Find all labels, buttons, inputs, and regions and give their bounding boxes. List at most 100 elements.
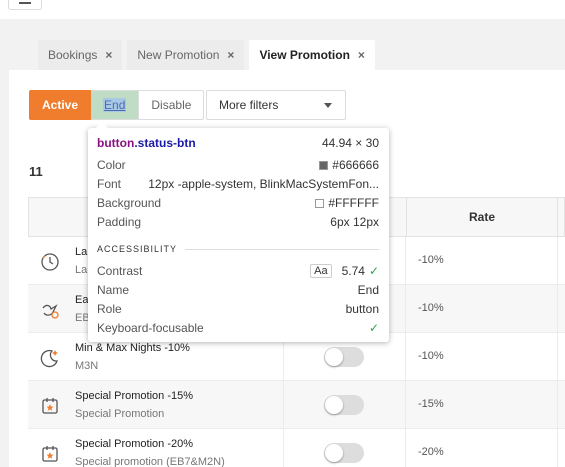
- tooltip-focusable-row: Keyboard-focusable ✓: [97, 319, 379, 337]
- element-size: 44.94 × 30: [321, 136, 379, 150]
- toggle-knob: [325, 396, 343, 414]
- promotion-name: Ea: [75, 294, 89, 306]
- more-filters-dropdown[interactable]: More filters: [206, 90, 346, 120]
- font-value: 12px -apple-system, BlinkMacSystemFon...: [148, 177, 379, 191]
- end-status-button[interactable]: End: [91, 90, 140, 120]
- name-value: End: [357, 283, 379, 297]
- close-icon[interactable]: ×: [105, 48, 112, 62]
- accessibility-section-header: ACCESSIBILITY: [97, 244, 379, 254]
- toggle-knob: [325, 444, 343, 462]
- column-divider: [557, 333, 558, 381]
- calendar-star-icon: [42, 446, 58, 462]
- menu-button[interactable]: [8, 0, 42, 10]
- padding-value: 6px 12px: [330, 215, 379, 229]
- promotion-code: Special promotion (EB7&M2N): [75, 456, 225, 467]
- moon-icon: [40, 349, 58, 368]
- tab-label: Bookings: [48, 48, 98, 62]
- rate-column-header[interactable]: Rate: [406, 198, 558, 236]
- column-divider: [405, 381, 406, 429]
- background-value: #FFFFFF: [328, 196, 379, 210]
- clock-icon: [41, 253, 59, 271]
- promotion-rate: -15%: [418, 398, 444, 410]
- background-swatch: [315, 198, 325, 208]
- close-icon[interactable]: ×: [358, 48, 365, 62]
- tag-name: button: [97, 136, 135, 150]
- tab-bookings[interactable]: Bookings ×: [38, 40, 123, 70]
- top-bar: [0, 0, 565, 19]
- font-label: Font: [97, 177, 122, 191]
- tooltip-padding-row: Padding 6px 12px: [97, 213, 379, 231]
- tab-label: New Promotion: [137, 48, 220, 62]
- accessibility-label: ACCESSIBILITY: [97, 244, 178, 254]
- tooltip-font-row: Font 12px -apple-system, BlinkMacSystemF…: [97, 175, 379, 193]
- promotion-rate: -10%: [418, 302, 444, 314]
- background-label: Background: [97, 196, 162, 210]
- column-divider: [405, 285, 406, 333]
- tab-label: View Promotion: [259, 48, 350, 62]
- promotion-name: Min & Max Nights -10%: [75, 342, 190, 354]
- color-label: Color: [97, 158, 126, 172]
- hamburger-icon: [19, 2, 31, 4]
- tab-new-promotion[interactable]: New Promotion ×: [127, 40, 245, 70]
- tooltip-color-row: Color #666666: [97, 156, 379, 174]
- column-divider: [405, 237, 406, 285]
- name-label: Name: [97, 283, 130, 297]
- status-toggle[interactable]: [324, 443, 364, 463]
- contrast-label: Contrast: [97, 264, 143, 278]
- role-label: Role: [97, 302, 122, 316]
- promotion-name: Special Promotion -20%: [75, 438, 194, 450]
- column-divider: [283, 381, 284, 429]
- tooltip-name-row: Name End: [97, 281, 379, 299]
- active-status-button[interactable]: Active: [29, 90, 92, 120]
- promotion-rate: -20%: [418, 446, 444, 458]
- promotion-rate: -10%: [418, 350, 444, 362]
- promotion-rate: -10%: [418, 254, 444, 266]
- contrast-aa-badge: Aa: [310, 264, 332, 278]
- result-count: 11: [29, 164, 43, 179]
- column-divider: [405, 429, 406, 467]
- more-filters-label: More filters: [219, 98, 279, 112]
- element-selector: button.status-btn: [97, 136, 196, 150]
- promotion-name: La: [75, 246, 88, 258]
- promotion-code: La: [75, 264, 88, 276]
- column-divider: [557, 381, 558, 429]
- status-toggle[interactable]: [324, 395, 364, 415]
- devtools-inspect-tooltip: button.status-btn 44.94 × 30 Color #6666…: [88, 122, 389, 342]
- check-circle-icon: ✓: [368, 321, 379, 335]
- column-divider: [557, 429, 558, 467]
- toggle-knob: [325, 348, 343, 366]
- column-divider: [283, 429, 284, 467]
- role-value: button: [345, 302, 379, 316]
- tooltip-background-row: Background #FFFFFF: [97, 194, 379, 212]
- promotion-code: Special Promotion: [75, 408, 165, 420]
- divider: [185, 248, 379, 250]
- tab-bar: Bookings × New Promotion × View Promotio…: [38, 40, 375, 70]
- color-swatch: [319, 160, 329, 170]
- tab-view-promotion[interactable]: View Promotion ×: [249, 40, 375, 70]
- disable-status-button[interactable]: Disable: [139, 90, 205, 120]
- tooltip-title-row: button.status-btn 44.94 × 30: [97, 134, 379, 152]
- padding-label: Padding: [97, 215, 142, 229]
- close-icon[interactable]: ×: [227, 48, 234, 62]
- table-row[interactable]: Special Promotion -15% Special Promotion…: [28, 381, 565, 429]
- contrast-value: 5.74: [341, 264, 365, 278]
- end-status-label: End: [103, 98, 127, 112]
- column-divider: [557, 285, 558, 333]
- tooltip-caret: [96, 122, 108, 128]
- table-row[interactable]: Special Promotion -20% Special promotion…: [28, 429, 565, 467]
- calendar-star-icon: [42, 398, 58, 414]
- column-divider: [405, 333, 406, 381]
- status-filter-group: Active End Disable: [29, 90, 205, 120]
- color-value: #666666: [332, 158, 379, 172]
- column-divider: [557, 237, 558, 285]
- caret-down-icon: [324, 103, 332, 108]
- tooltip-contrast-row: Contrast Aa 5.74 ✓: [97, 262, 379, 280]
- check-circle-icon: ✓: [368, 264, 379, 278]
- promotion-name: Special Promotion -15%: [75, 390, 194, 402]
- bird-icon: [42, 304, 59, 319]
- tooltip-role-row: Role button: [97, 300, 379, 318]
- keyboard-focusable-label: Keyboard-focusable: [97, 321, 204, 335]
- promotion-code: M3N: [75, 360, 99, 372]
- class-name: .status-btn: [134, 136, 196, 150]
- status-toggle[interactable]: [324, 347, 364, 367]
